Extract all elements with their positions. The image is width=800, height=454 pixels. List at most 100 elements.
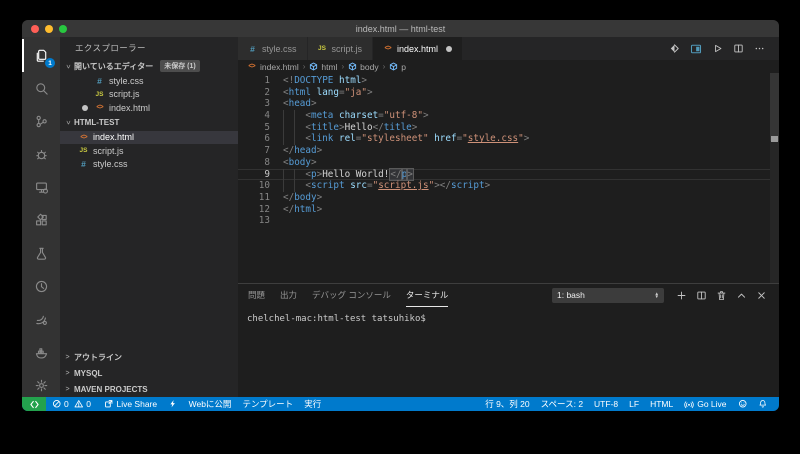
split-editor-icon xyxy=(733,43,744,54)
code-token: body xyxy=(294,192,316,204)
status-language-mode[interactable]: HTML xyxy=(645,397,679,411)
code-token: Hello World! xyxy=(322,169,389,181)
chevron-down-icon: > xyxy=(64,118,71,127)
line-number: 3 xyxy=(238,98,283,110)
line-number: 2 xyxy=(238,87,283,99)
status-run[interactable]: 実行 xyxy=(299,397,327,411)
code-token: </ xyxy=(283,145,294,157)
split-editor-button[interactable] xyxy=(733,43,744,54)
open-editor-item[interactable]: JSscript.js xyxy=(60,88,238,102)
code-token: meta xyxy=(311,110,333,122)
panel-tab-ターミナル[interactable]: ターミナル xyxy=(406,284,449,307)
activity-item-settings[interactable] xyxy=(22,369,60,402)
terminal-shell-select[interactable]: 1: bash ▲▼ xyxy=(552,288,664,303)
panel-tab-出力[interactable]: 出力 xyxy=(280,284,297,307)
tree-item[interactable]: #style.css xyxy=(60,158,238,172)
status-feedback-smiley[interactable] xyxy=(732,397,753,411)
status-cursor-position[interactable]: 行 9、列 20 xyxy=(480,397,535,411)
minimize-window-button[interactable] xyxy=(45,25,53,33)
status-live-share[interactable]: Live Share xyxy=(98,397,162,411)
code-line-13[interactable]: 13 xyxy=(238,215,779,227)
tab-style.css[interactable]: #style.css xyxy=(238,37,308,60)
folder-header[interactable]: > HTML-TEST xyxy=(60,115,238,131)
tree-item[interactable]: <>index.html xyxy=(60,131,238,145)
activity-item-live-share[interactable] xyxy=(22,303,60,336)
status-eol[interactable]: LF xyxy=(624,397,645,411)
code-line-2[interactable]: 2<html lang="ja"> xyxy=(238,87,779,99)
status-indentation[interactable]: スペース: 2 xyxy=(535,397,588,411)
open-editor-item[interactable]: #style.css xyxy=(60,74,238,88)
code-line-11[interactable]: 11</body> xyxy=(238,192,779,204)
breadcrumb-item-p[interactable]: p xyxy=(389,62,406,72)
code-line-4[interactable]: 4<meta charset="utf-8"> xyxy=(238,110,779,122)
symbol-icon xyxy=(348,62,357,71)
zoom-window-button[interactable] xyxy=(59,25,67,33)
code-token: > xyxy=(311,98,317,110)
code-line-6[interactable]: 6<link rel="stylesheet" href="style.css"… xyxy=(238,133,779,145)
status-lightning[interactable] xyxy=(163,397,184,411)
activity-item-history[interactable] xyxy=(22,270,60,303)
open-editor-item[interactable]: <>index.html xyxy=(60,101,238,115)
tab-label: index.html xyxy=(397,44,438,54)
run-file-button[interactable] xyxy=(712,43,723,54)
cursor-overview-marker xyxy=(771,136,778,142)
file-name: index.html xyxy=(109,103,150,113)
activity-item-tests[interactable] xyxy=(22,237,60,270)
activity-item-debug[interactable] xyxy=(22,138,60,171)
code-line-3[interactable]: 3<head> xyxy=(238,98,779,110)
open-preview-button[interactable] xyxy=(690,43,702,55)
open-editors-header[interactable]: > 開いているエディター 未保存 (1) xyxy=(60,58,238,74)
code-line-9[interactable]: 9<p>Hello World!</p> xyxy=(238,169,779,181)
breadcrumb-item-html[interactable]: html xyxy=(309,62,337,72)
close-window-button[interactable] xyxy=(31,25,39,33)
kill-terminal-button[interactable] xyxy=(716,290,727,301)
status-go-live[interactable]: Go Live xyxy=(679,397,732,411)
code-line-5[interactable]: 5<title>Hello</title> xyxy=(238,122,779,134)
activity-item-explorer[interactable]: 1 xyxy=(22,39,60,72)
code-line-12[interactable]: 12</html> xyxy=(238,204,779,216)
more-actions-button[interactable] xyxy=(754,43,765,54)
activity-item-docker[interactable] xyxy=(22,336,60,369)
code-line-10[interactable]: 10<script src="script.js"></script> xyxy=(238,180,779,192)
tab-script.js[interactable]: JSscript.js xyxy=(308,37,374,60)
terminal-output[interactable]: chelchel-mac:html-test tatsuhiko$ xyxy=(238,306,779,397)
section-mysql[interactable]: >MYSQL xyxy=(60,365,238,381)
editor-scrollbar[interactable] xyxy=(770,73,779,283)
format-document-button[interactable] xyxy=(669,43,680,54)
close-panel-button[interactable] xyxy=(756,290,767,301)
breadcrumb-item-body[interactable]: body xyxy=(348,62,378,72)
chevron-down-icon: > xyxy=(64,62,71,71)
split-terminal-button[interactable] xyxy=(696,290,707,301)
code-line-7[interactable]: 7</head> xyxy=(238,145,779,157)
code-line-1[interactable]: 1<!DOCTYPE html> xyxy=(238,75,779,87)
activity-item-extensions[interactable] xyxy=(22,204,60,237)
code-editor[interactable]: 1<!DOCTYPE html>2<html lang="ja">3<head>… xyxy=(238,73,779,283)
section-maven-projects[interactable]: >MAVEN PROJECTS xyxy=(60,381,238,397)
activity-item-search[interactable] xyxy=(22,72,60,105)
panel-tab-デバッグ コンソール[interactable]: デバッグ コンソール xyxy=(312,284,391,307)
status-encoding[interactable]: UTF-8 xyxy=(589,397,624,411)
panel-tab-問題[interactable]: 問題 xyxy=(248,284,265,307)
status-notifications-bell[interactable] xyxy=(753,397,774,411)
notifications-bell-icon xyxy=(758,399,768,409)
line-number: 8 xyxy=(238,157,283,169)
open-editors-label: 開いているエディター xyxy=(74,61,153,72)
status-template[interactable]: テンプレート xyxy=(237,397,299,411)
indent-guide xyxy=(294,180,305,192)
breadcrumb-item-index.html[interactable]: <>index.html xyxy=(246,62,299,72)
panel-header: 問題出力デバッグ コンソールターミナル 1: bash ▲▼ xyxy=(238,284,779,306)
code-token: html xyxy=(339,75,361,87)
code-line-8[interactable]: 8<body> xyxy=(238,157,779,169)
section-アウトライン[interactable]: >アウトライン xyxy=(60,349,238,365)
tab-index.html[interactable]: <>index.html xyxy=(373,37,463,60)
activity-item-source-control[interactable] xyxy=(22,105,60,138)
tree-item[interactable]: JSscript.js xyxy=(60,144,238,158)
new-terminal-button[interactable] xyxy=(676,290,687,301)
folder-name: HTML-TEST xyxy=(74,118,119,127)
code-token: > xyxy=(524,133,530,145)
status-publish-web[interactable]: Webに公開 xyxy=(183,397,237,411)
editor-group: #style.cssJSscript.js<>index.html <>inde… xyxy=(238,37,779,397)
activity-item-remote-explorer[interactable] xyxy=(22,171,60,204)
title-bar[interactable]: index.html — html-test xyxy=(22,20,779,37)
maximize-panel-button[interactable] xyxy=(736,290,747,301)
